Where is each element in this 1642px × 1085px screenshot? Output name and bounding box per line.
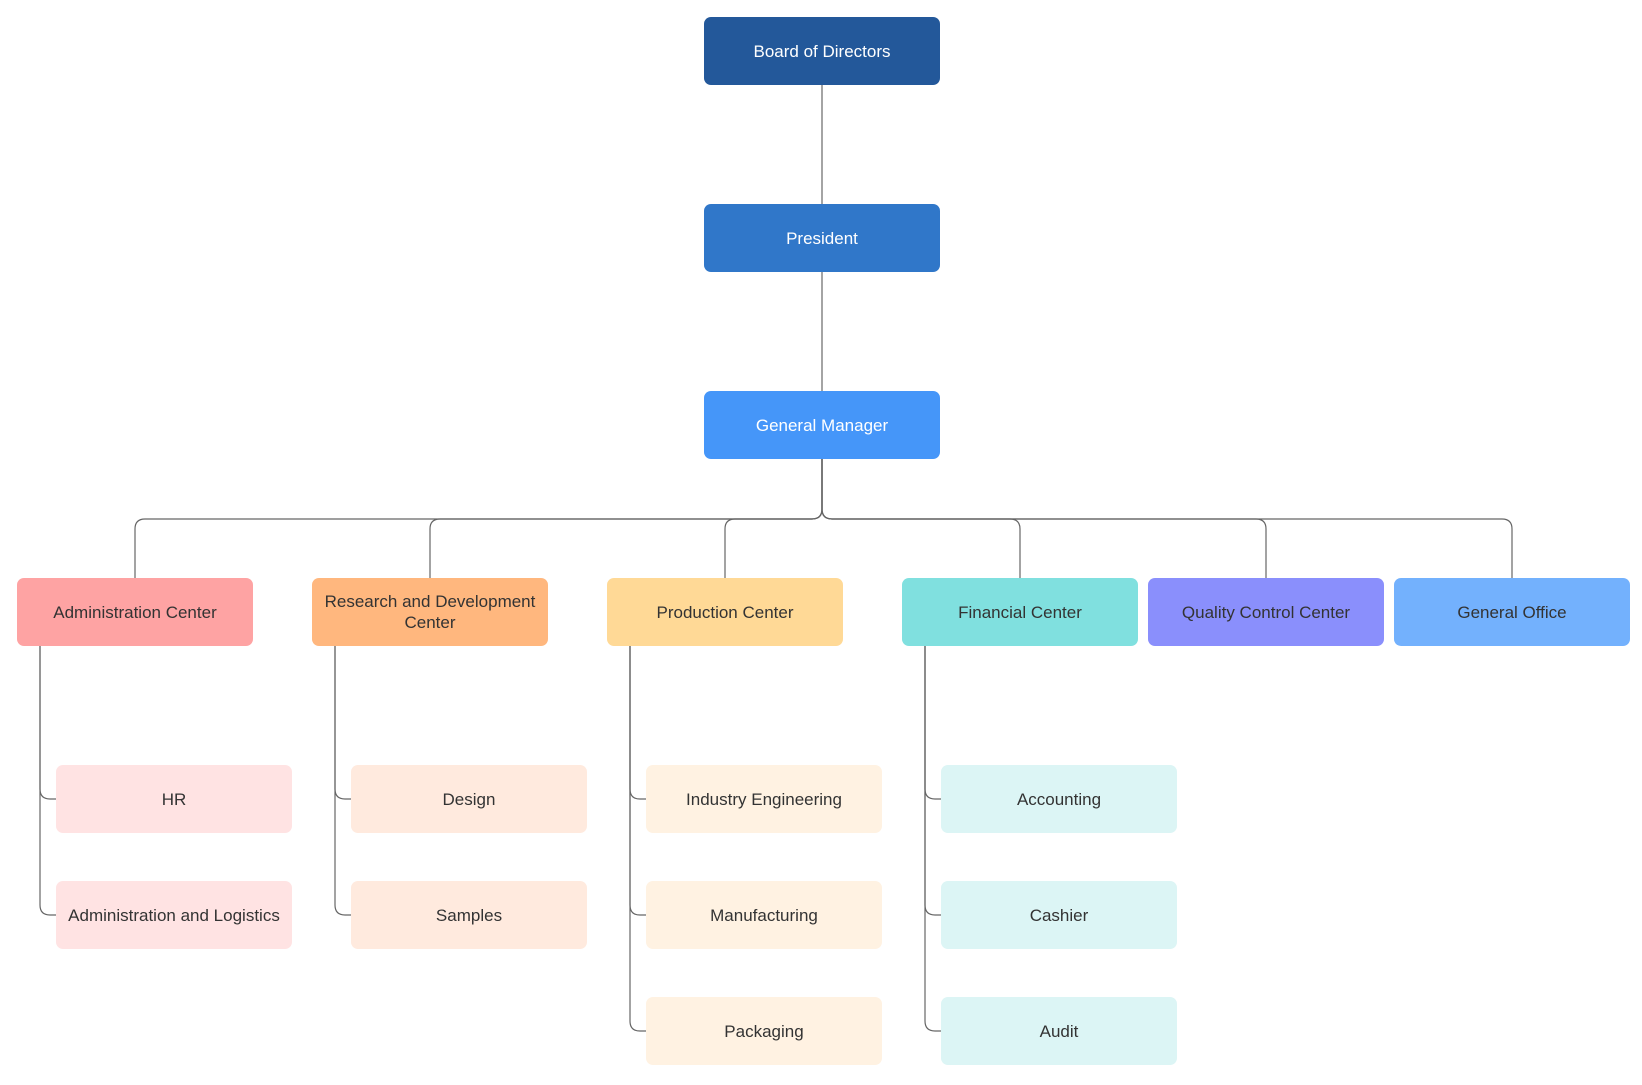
connector-financial-sub-1 <box>924 646 941 916</box>
node-sub-production-1[interactable]: Manufacturing <box>646 881 882 949</box>
node-sub-production-2[interactable]: Packaging <box>646 997 882 1065</box>
node-board-label: Board of Directors <box>753 41 891 61</box>
connector-production-sub-2 <box>629 646 646 1032</box>
connector-gm-office <box>821 459 1513 578</box>
connector-rnd-sub-1 <box>334 646 351 916</box>
node-sub-admin-1[interactable]: Administration and Logistics <box>56 881 292 949</box>
node-gm-label: General Manager <box>755 415 889 435</box>
node-dept-production[interactable]: Production Center <box>607 578 843 646</box>
node-dept-financial[interactable]: Financial Center <box>902 578 1138 646</box>
connector-gm-financial <box>821 459 1021 578</box>
node-dept-office[interactable]: General Office <box>1394 578 1630 646</box>
node-dept-production-label: Production Center <box>656 602 794 622</box>
node-president[interactable]: President <box>704 204 940 272</box>
node-sub-financial-2-label: Audit <box>1039 1021 1079 1041</box>
connector-gm-quality <box>821 459 1267 578</box>
node-sub-financial-0-label: Accounting <box>1016 789 1102 809</box>
node-gm[interactable]: General Manager <box>704 391 940 459</box>
connector-financial-sub-2 <box>924 646 941 1032</box>
node-sub-rnd-1-label: Samples <box>435 905 503 925</box>
node-dept-admin[interactable]: Administration Center <box>17 578 253 646</box>
node-sub-financial-1-label: Cashier <box>1029 905 1089 925</box>
connector-financial-sub-0 <box>924 646 941 800</box>
connector-production-sub-0 <box>629 646 646 800</box>
node-dept-admin-label: Administration Center <box>53 602 217 622</box>
node-sub-financial-1[interactable]: Cashier <box>941 881 1177 949</box>
node-dept-quality-label: Quality Control Center <box>1181 602 1351 622</box>
node-sub-admin-0-label: HR <box>161 789 187 809</box>
node-sub-rnd-0[interactable]: Design <box>351 765 587 833</box>
node-sub-financial-0[interactable]: Accounting <box>941 765 1177 833</box>
connector-admin-sub-0 <box>39 646 56 800</box>
node-dept-rnd-label: Research and Development Center <box>324 592 536 632</box>
connector-gm-rnd <box>429 459 823 578</box>
connector-gm-production <box>724 459 823 578</box>
node-dept-rnd[interactable]: Research and Development Center <box>312 578 548 646</box>
node-dept-financial-label: Financial Center <box>958 602 1082 622</box>
connector-rnd-sub-0 <box>334 646 351 800</box>
connector-admin-sub-1 <box>39 646 56 916</box>
node-sub-admin-1-label: Administration and Logistics <box>68 905 280 925</box>
node-dept-office-label: General Office <box>1457 602 1567 622</box>
node-dept-quality[interactable]: Quality Control Center <box>1148 578 1384 646</box>
node-sub-production-1-label: Manufacturing <box>710 905 818 925</box>
org-chart-canvas: Board of Directors President General Manag… <box>0 0 1642 1085</box>
connector-production-sub-1 <box>629 646 646 916</box>
node-sub-rnd-0-label: Design <box>442 789 496 809</box>
connector-gm-admin <box>134 459 823 578</box>
node-president-label: President <box>786 228 858 248</box>
node-sub-financial-2[interactable]: Audit <box>941 997 1177 1065</box>
node-sub-rnd-1[interactable]: Samples <box>351 881 587 949</box>
node-sub-production-0-label: Industry Engineering <box>686 789 842 809</box>
node-sub-admin-0[interactable]: HR <box>56 765 292 833</box>
node-sub-production-2-label: Packaging <box>724 1021 804 1041</box>
node-sub-production-0[interactable]: Industry Engineering <box>646 765 882 833</box>
node-board[interactable]: Board of Directors <box>704 17 940 85</box>
